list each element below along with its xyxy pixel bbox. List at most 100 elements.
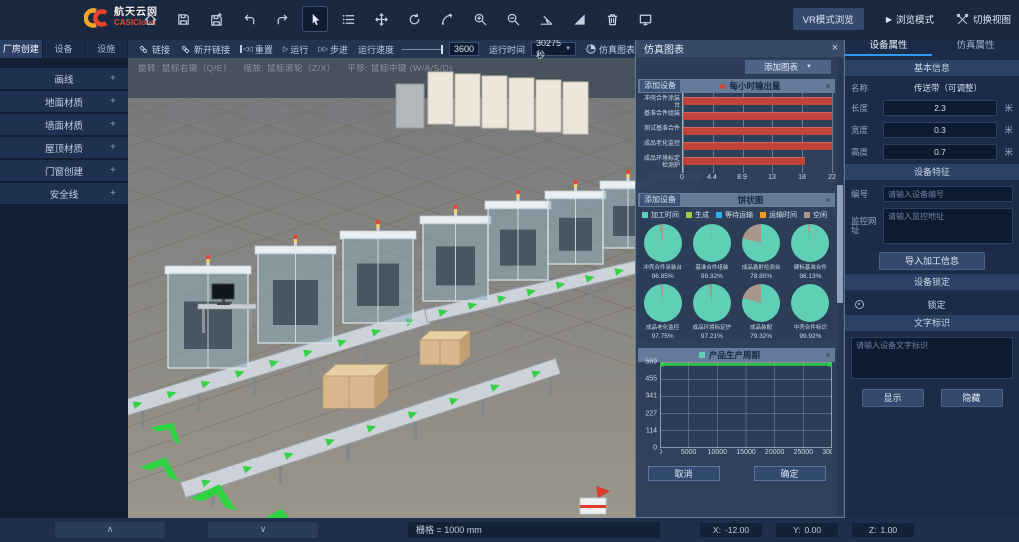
height-input[interactable]: 0.7 xyxy=(883,144,997,160)
line-y-tick: 0 xyxy=(638,445,657,452)
layer-up-button[interactable]: ∧ xyxy=(55,522,165,538)
dialog-close-icon[interactable]: × xyxy=(826,42,844,54)
add-device-button[interactable]: 添加设备 xyxy=(640,80,680,92)
bar-row-label: 基准合件组装 xyxy=(639,111,680,118)
save-as-icon[interactable] xyxy=(204,7,228,31)
expand-plus-icon[interactable]: + xyxy=(110,73,128,84)
add-chart-dropdown[interactable]: 添加图表 ▼ xyxy=(745,60,831,74)
select-cursor-icon[interactable] xyxy=(303,7,327,31)
app-window: 航天云网 CASICloud VR模式浏览 ▶ xyxy=(0,0,1019,542)
section-text-mark: 文字标识 xyxy=(845,315,1019,331)
bar-chart-close-icon[interactable]: × xyxy=(821,81,835,91)
machine[interactable] xyxy=(545,180,606,264)
pie-chart-基准合件组装: 基准合件组装99.32% xyxy=(687,224,736,280)
show-button[interactable]: 显示 xyxy=(862,389,924,407)
list-icon[interactable] xyxy=(336,7,360,31)
coord-Y[interactable]: Y:0.00 xyxy=(776,523,838,537)
sim-chart-button[interactable]: 仿真图表 xyxy=(586,43,635,56)
legend-item-等待运输: 等待运输 xyxy=(716,210,753,220)
hide-button[interactable]: 隐藏 xyxy=(941,389,1003,407)
dialog-titlebar[interactable]: 仿真图表 × xyxy=(636,39,844,57)
undo-icon[interactable] xyxy=(237,7,261,31)
layer-down-button[interactable]: ∨ xyxy=(208,522,318,538)
sidebar-item-门窗创建[interactable]: 门窗创建+ xyxy=(0,160,128,181)
tab-厂房创建[interactable]: 厂房创建 xyxy=(0,40,43,58)
coord-X[interactable]: X:-12.00 xyxy=(700,523,762,537)
rotate-icon[interactable] xyxy=(402,7,426,31)
machine[interactable] xyxy=(485,190,551,280)
sidebar-item-label: 屋顶材质 xyxy=(0,141,110,155)
machine[interactable] xyxy=(340,220,416,323)
save-icon[interactable] xyxy=(171,7,195,31)
pie-legend: 加工时间生成等待运输运输时间空闲 xyxy=(638,207,835,221)
area-measure-icon[interactable] xyxy=(567,7,591,31)
step-button[interactable]: ▷▷ 步进 xyxy=(318,43,348,56)
line-y-tick: 341 xyxy=(638,393,657,400)
width-unit: 米 xyxy=(1001,124,1013,136)
link-button[interactable]: 链接 xyxy=(138,43,170,56)
import-process-button[interactable]: 导入加工信息 xyxy=(879,252,985,270)
run-button[interactable]: ▷ 运行 xyxy=(283,43,308,56)
slider-thumb[interactable] xyxy=(441,45,443,54)
reset-button[interactable]: ◁◁ 重置 xyxy=(240,43,273,56)
sidebar-item-地面材质[interactable]: 地面材质+ xyxy=(0,91,128,112)
pie-chart-close-icon[interactable]: × xyxy=(821,195,835,205)
legend-swatch-icon xyxy=(760,212,766,218)
cancel-button[interactable]: 取消 xyxy=(648,466,720,481)
sidebar-item-画线[interactable]: 画线+ xyxy=(0,68,128,89)
angle-measure-icon[interactable] xyxy=(534,7,558,31)
tab-设施[interactable]: 设施 xyxy=(85,40,128,58)
expand-plus-icon[interactable]: + xyxy=(110,96,128,107)
coord-Z[interactable]: Z:1.00 xyxy=(852,523,914,537)
sidebar-item-墙面材质[interactable]: 墙面材质+ xyxy=(0,114,128,135)
tab-设备属性[interactable]: 设备属性 xyxy=(845,38,932,56)
pie-circle xyxy=(742,284,780,322)
line-chart-close-icon[interactable]: × xyxy=(821,350,835,360)
scrollbar-thumb[interactable] xyxy=(837,185,843,303)
zoom-in-icon[interactable] xyxy=(468,7,492,31)
switch-view-button[interactable]: 切换视图 xyxy=(956,12,1011,26)
machine[interactable] xyxy=(165,255,251,368)
bar-value xyxy=(683,142,832,150)
lock-radio[interactable] xyxy=(855,300,864,309)
screen-icon[interactable] xyxy=(633,7,657,31)
run-time-dropdown[interactable]: 30275秒 ▼ xyxy=(531,42,576,56)
expand-plus-icon[interactable]: + xyxy=(110,165,128,176)
machine[interactable] xyxy=(420,205,491,301)
machine[interactable] xyxy=(255,235,336,343)
pie-chart-icon xyxy=(586,44,596,54)
speed-value-input[interactable]: 3600 xyxy=(449,42,479,56)
monitor-url-input[interactable] xyxy=(883,208,1013,244)
pie-chart-成品装配: 成品装配79.32% xyxy=(737,284,786,340)
width-input[interactable]: 0.3 xyxy=(883,122,997,138)
add-device-button[interactable]: 添加设备 xyxy=(640,194,680,206)
text-mark-input[interactable] xyxy=(851,337,1013,379)
device-code-input[interactable] xyxy=(883,186,1013,202)
dialog-scrollbar[interactable] xyxy=(837,57,843,515)
tab-仿真属性[interactable]: 仿真属性 xyxy=(932,38,1019,56)
expand-plus-icon[interactable]: + xyxy=(110,142,128,153)
pie-chart-panel: 添加设备 饼状图 × 加工时间生成等待运输运输时间空闲 冲壳合件涂装台96.85… xyxy=(638,193,835,340)
run-speed-slider[interactable] xyxy=(402,44,443,54)
new-link-button[interactable]: 新开链接 xyxy=(180,43,230,56)
length-unit: 米 xyxy=(1001,102,1013,114)
vr-mode-button[interactable]: VR模式浏览 xyxy=(793,8,864,30)
expand-plus-icon[interactable]: + xyxy=(110,188,128,199)
expand-plus-icon[interactable]: + xyxy=(110,119,128,130)
sidebar-item-屋顶材质[interactable]: 屋顶材质+ xyxy=(0,137,128,158)
coordinate-readout: X:-12.00 Y:0.00 Z:1.00 xyxy=(700,523,914,537)
switch-view-icon xyxy=(956,13,969,26)
redo-icon[interactable] xyxy=(270,7,294,31)
confirm-button[interactable]: 确定 xyxy=(754,466,826,481)
line-x-axis: 050001000015000200002500030000 xyxy=(660,448,832,459)
delete-icon[interactable] xyxy=(600,7,624,31)
zoom-out-icon[interactable] xyxy=(501,7,525,31)
length-input[interactable]: 2.3 xyxy=(883,100,997,116)
move-icon[interactable] xyxy=(369,7,393,31)
orbit-icon[interactable] xyxy=(435,7,459,31)
tab-设备[interactable]: 设备 xyxy=(43,40,86,58)
home-icon[interactable] xyxy=(138,7,162,31)
sidebar-item-安全线[interactable]: 安全线+ xyxy=(0,183,128,204)
browse-mode-button[interactable]: ▶ 浏览模式 xyxy=(886,12,934,26)
legend-swatch-icon xyxy=(716,212,722,218)
